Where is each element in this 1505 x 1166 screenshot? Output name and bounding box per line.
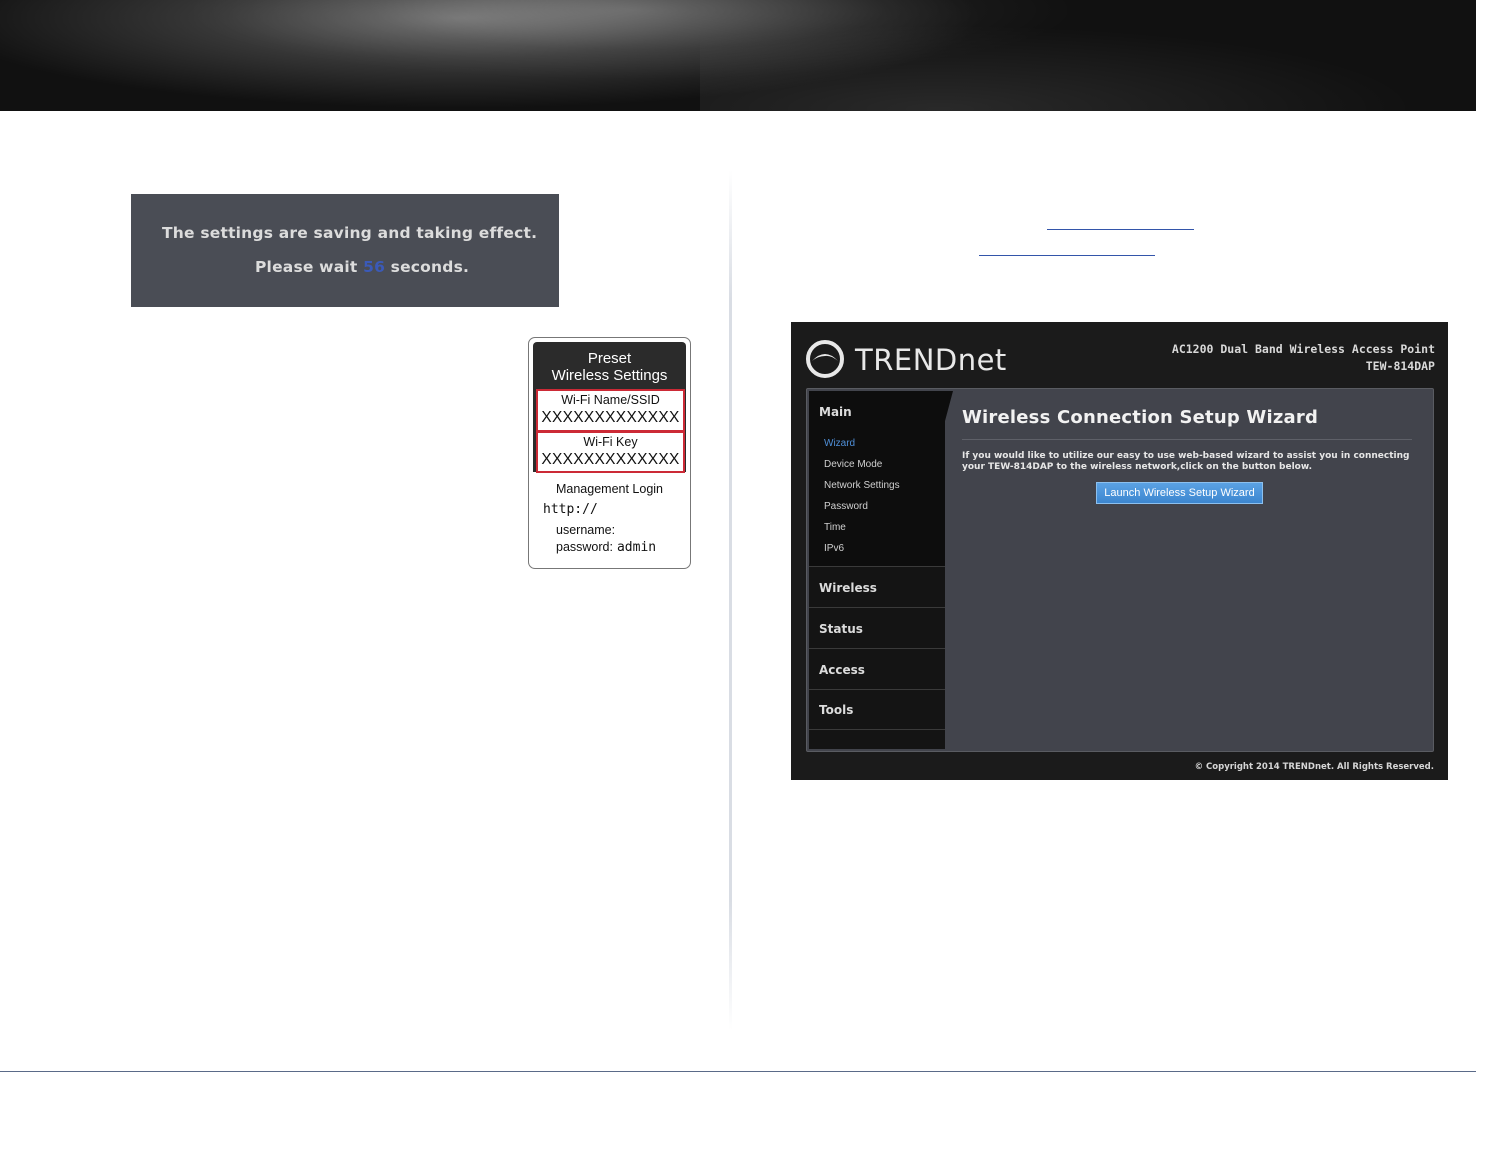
saving-message: The settings are saving and taking effec… — [162, 224, 538, 242]
wait-countdown: 56 — [363, 258, 386, 276]
sidebar-divider — [809, 566, 945, 567]
product-name: AC1200 Dual Band Wireless Access Point — [1171, 342, 1435, 356]
sidebar: Main Wizard Device Mode Network Settings… — [809, 391, 953, 749]
password-value: admin — [616, 540, 657, 555]
password-label: password: — [556, 540, 613, 554]
title-rule — [962, 439, 1412, 440]
header-banner — [0, 0, 1476, 111]
sidebar-item-network-settings[interactable]: Network Settings — [824, 480, 900, 491]
hyperlink-underline-1[interactable] — [1047, 229, 1194, 230]
main-content: Wireless Connection Setup Wizard If you … — [955, 389, 1431, 749]
trendnet-logo: TRENDnet — [805, 339, 1015, 379]
wifi-key-box: Wi-Fi Key XXXXXXXXXXXXX — [536, 431, 685, 473]
sidebar-main-header[interactable]: Main — [819, 405, 852, 419]
trendnet-logo-icon — [806, 340, 844, 378]
sidebar-divider — [809, 729, 945, 730]
active-tab-arrow — [945, 391, 953, 421]
router-web-ui: TRENDnet AC1200 Dual Band Wireless Acces… — [791, 322, 1448, 780]
brand-name: TRENDnet — [855, 343, 1007, 377]
sidebar-item-ipv6[interactable]: IPv6 — [824, 543, 844, 554]
sidebar-item-wizard[interactable]: Wizard — [824, 438, 855, 449]
label-title: Preset Wireless Settings — [533, 350, 686, 384]
banner-highlight-secondary — [700, 10, 1476, 111]
sidebar-item-wireless[interactable]: Wireless — [819, 581, 877, 595]
label-title-line2: Wireless Settings — [551, 367, 668, 384]
wait-suffix: seconds. — [385, 258, 470, 276]
page-title: Wireless Connection Setup Wizard — [962, 407, 1319, 428]
sidebar-divider — [809, 648, 945, 649]
column-divider — [729, 170, 732, 1030]
wizard-description: If you would like to utilize our easy to… — [962, 451, 1410, 472]
saving-notice: The settings are saving and taking effec… — [131, 194, 559, 307]
ui-frame: Main Wizard Device Mode Network Settings… — [806, 388, 1434, 752]
ssid-box: Wi-Fi Name/SSID XXXXXXXXXXXXX — [536, 389, 685, 432]
ssid-label: Wi-Fi Name/SSID — [561, 393, 660, 407]
product-info: AC1200 Dual Band Wireless Access Point T… — [1172, 341, 1435, 375]
wifi-key-label: Wi-Fi Key — [583, 435, 638, 449]
username-label: username: — [556, 523, 616, 537]
model-number: TEW-814DAP — [1365, 359, 1435, 373]
wait-message: Please wait 56 seconds. — [255, 258, 469, 276]
sidebar-item-password[interactable]: Password — [824, 501, 868, 512]
password-row: password: admin — [556, 540, 656, 555]
copyright-text: © Copyright 2014 TRENDnet. All Rights Re… — [1194, 762, 1434, 772]
management-url: http:// — [543, 502, 598, 517]
sidebar-divider — [809, 607, 945, 608]
launch-wizard-button[interactable]: Launch Wireless Setup Wizard — [1096, 482, 1263, 504]
wifi-key-value: XXXXXXXXXXXXX — [541, 451, 680, 468]
sidebar-divider — [809, 689, 945, 690]
ssid-value: XXXXXXXXXXXXX — [541, 409, 680, 426]
sidebar-item-device-mode[interactable]: Device Mode — [824, 459, 882, 470]
footer-rule — [0, 1071, 1476, 1072]
wait-prefix: Please wait — [255, 258, 364, 276]
sidebar-item-tools[interactable]: Tools — [819, 703, 853, 717]
preset-settings-label: Preset Wireless Settings Wi-Fi Name/SSID… — [528, 337, 691, 569]
label-title-line1: Preset — [587, 350, 632, 367]
sidebar-item-time[interactable]: Time — [824, 522, 846, 533]
hyperlink-underline-2[interactable] — [979, 255, 1155, 256]
management-login-title: Management Login — [555, 482, 664, 496]
sidebar-item-status[interactable]: Status — [819, 622, 863, 636]
sidebar-item-access[interactable]: Access — [819, 663, 865, 677]
